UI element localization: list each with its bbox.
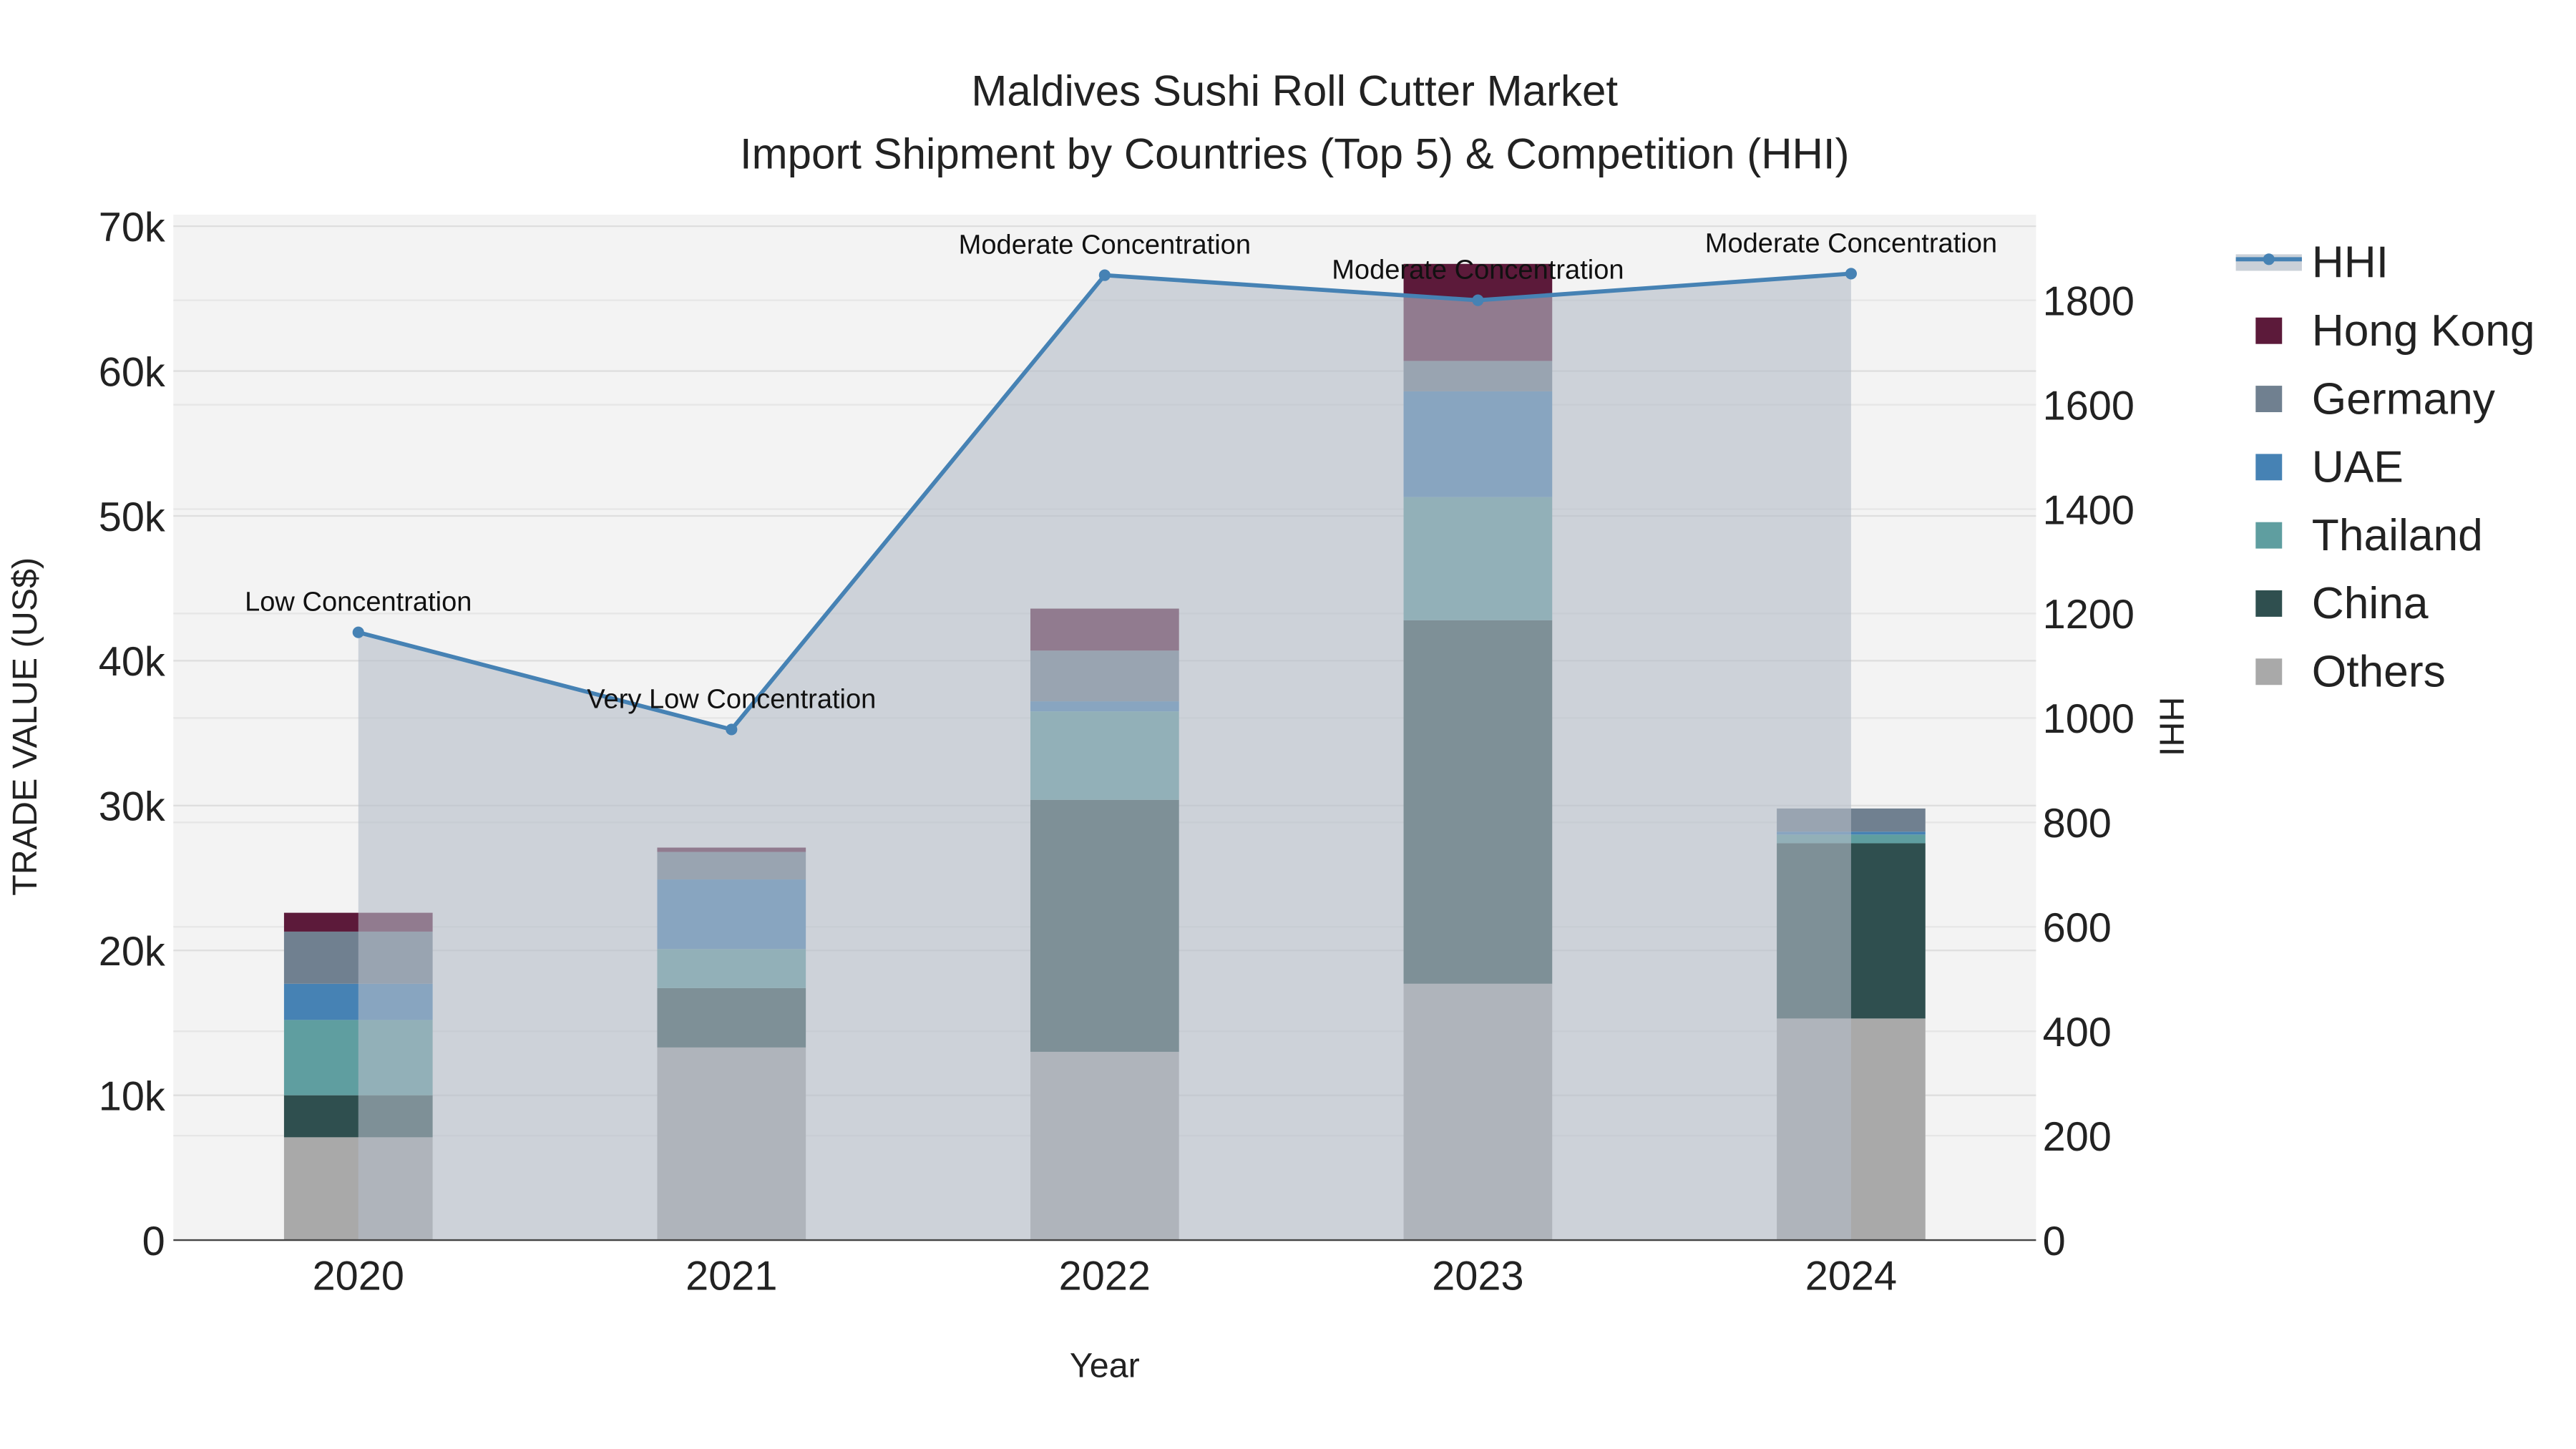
y2-tick-label: 1600 bbox=[2043, 383, 2135, 429]
chart-subtitle: Import Shipment by Countries (Top 5) & C… bbox=[740, 130, 1850, 177]
x-tick-label: 2023 bbox=[1432, 1253, 1523, 1299]
legend-item-uae[interactable]: UAE bbox=[2255, 443, 2404, 492]
legend-label: Germany bbox=[2312, 374, 2496, 424]
legend-label: Thailand bbox=[2312, 511, 2483, 560]
y2-tick-label: 200 bbox=[2043, 1114, 2112, 1160]
legend-swatch bbox=[2255, 590, 2283, 617]
legend-item-hhi[interactable]: HHI bbox=[2235, 238, 2389, 288]
legend-label: China bbox=[2312, 579, 2429, 628]
y-tick-label: 50k bbox=[99, 494, 165, 540]
legend-swatch bbox=[2255, 658, 2283, 686]
y-tick-label: 70k bbox=[99, 205, 165, 250]
chart: Low Concentration Very Low Concentration M… bbox=[6, 67, 2535, 1385]
y2-tick-label: 600 bbox=[2043, 905, 2112, 951]
legend-item-thailand[interactable]: Thailand bbox=[2255, 511, 2483, 560]
hhi-point-2024 bbox=[1845, 268, 1857, 280]
y-tick-label: 20k bbox=[99, 929, 165, 975]
legend-item-germany[interactable]: Germany bbox=[2255, 374, 2496, 424]
chart-title: Maldives Sushi Roll Cutter Market bbox=[971, 67, 1618, 115]
legend-label: HHI bbox=[2312, 238, 2389, 288]
x-tick-label: 2022 bbox=[1059, 1253, 1151, 1299]
hhi-point-2021 bbox=[726, 723, 738, 736]
legend-swatch bbox=[2255, 522, 2283, 549]
y-axis-title: TRADE VALUE (US$) bbox=[6, 557, 44, 896]
y-tick-label: 10k bbox=[99, 1073, 165, 1119]
legend-label: Hong Kong bbox=[2312, 306, 2535, 356]
legend-label: UAE bbox=[2312, 443, 2404, 492]
legend-swatch bbox=[2255, 454, 2283, 481]
hhi-annotation: Moderate Concentration bbox=[1332, 255, 1624, 286]
y2-tick-label: 1800 bbox=[2043, 278, 2135, 324]
legend-swatch bbox=[2255, 317, 2283, 344]
y2-tick-label: 1200 bbox=[2043, 592, 2135, 638]
hhi-point-2022 bbox=[1098, 269, 1111, 281]
y2-tick-label: 1000 bbox=[2043, 696, 2135, 742]
hhi-annotation: Moderate Concentration bbox=[959, 230, 1251, 260]
x-tick-label: 2021 bbox=[686, 1253, 777, 1299]
y2-tick-label: 800 bbox=[2043, 801, 2112, 847]
hhi-point-2023 bbox=[1472, 294, 1484, 306]
legend-swatch-hhi-marker bbox=[2263, 253, 2275, 265]
hhi-annotation: Very Low Concentration bbox=[587, 684, 876, 714]
y-tick-label: 60k bbox=[99, 349, 165, 395]
legend: HHI Hong Kong Germany UAE Thailand China Other… bbox=[2235, 238, 2535, 697]
y2-tick-label: 1400 bbox=[2043, 487, 2135, 533]
y2-tick-label: 400 bbox=[2043, 1010, 2112, 1055]
hhi-annotation: Low Concentration bbox=[245, 587, 472, 618]
y2-axis-title: HHI bbox=[2152, 697, 2190, 756]
y2-tick-label: 0 bbox=[2043, 1219, 2066, 1264]
legend-label: Others bbox=[2312, 648, 2446, 697]
y-tick-label: 30k bbox=[99, 784, 165, 830]
legend-item-others[interactable]: Others bbox=[2255, 648, 2446, 697]
hhi-point-2020 bbox=[352, 626, 364, 638]
legend-swatch bbox=[2255, 386, 2283, 412]
x-tick-label: 2020 bbox=[313, 1253, 404, 1299]
hhi-annotation: Moderate Concentration bbox=[1705, 228, 1997, 258]
x-axis-title: Year bbox=[1070, 1347, 1140, 1385]
y-tick-label: 0 bbox=[142, 1219, 165, 1264]
legend-item-hong-kong[interactable]: Hong Kong bbox=[2255, 306, 2535, 356]
x-tick-label: 2024 bbox=[1805, 1253, 1897, 1299]
y-tick-label: 40k bbox=[99, 639, 165, 685]
legend-item-china[interactable]: China bbox=[2255, 579, 2429, 628]
